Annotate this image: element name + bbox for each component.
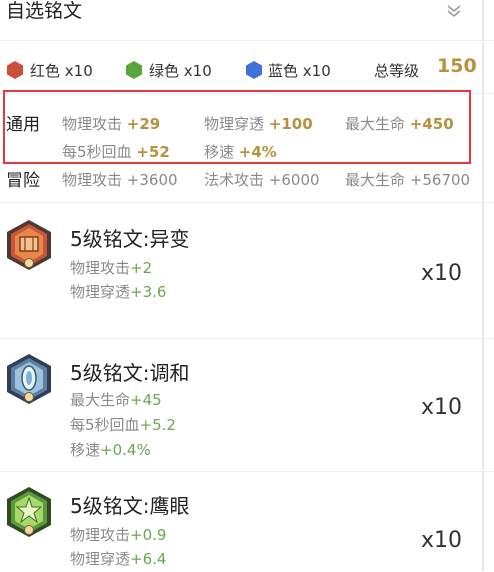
green-count: 绿色 x10 [149, 62, 212, 80]
rune-count: x10 [421, 261, 463, 286]
general-stat: 移速 +4% [204, 143, 277, 161]
rune-attr: 移速+0.4% [70, 441, 151, 459]
rune-attr: 物理攻击+2 [70, 259, 153, 277]
adventure-stat: 最大生命 +56700 [345, 171, 471, 189]
header: 自选铭文 [0, 0, 494, 41]
double-chevron-down-icon[interactable] [442, 2, 466, 26]
rune-count: x10 [421, 528, 463, 553]
green-gem-icon [126, 61, 142, 79]
rune-row-yibian[interactable]: 5级铭文:异变 物理攻击+2 物理穿透+3.6 x10 [0, 202, 494, 339]
general-stat: 物理穿透 +100 [204, 115, 313, 133]
rune-name: 5级铭文:鹰眼 [70, 494, 190, 518]
rune-attr: 物理攻击+0.9 [70, 526, 167, 544]
rune-attr: 最大生命+45 [70, 391, 162, 409]
rune-attr: 物理穿透+6.4 [70, 550, 167, 568]
rune-name: 5级铭文:异变 [70, 227, 190, 251]
general-stat: 最大生命 +450 [345, 115, 454, 133]
general-stat: 每5秒回血 +52 [62, 143, 170, 161]
adventure-stat: 物理攻击 +3600 [62, 171, 178, 189]
general-stat: 物理攻击 +29 [62, 115, 161, 133]
rune-count: x10 [421, 395, 463, 420]
adventure-title: 冒险 [6, 171, 40, 191]
adventure-stat: 法术攻击 +6000 [204, 171, 320, 189]
blue-rune-icon [7, 354, 51, 404]
total-level-label: 总等级 [374, 62, 420, 80]
green-rune-icon [7, 487, 51, 537]
red-gem-icon [7, 61, 23, 79]
rune-name: 5级铭文:调和 [70, 361, 190, 385]
page-title: 自选铭文 [6, 0, 83, 22]
total-level-value: 150 [437, 55, 477, 77]
rune-row-tiaohe[interactable]: 5级铭文:调和 最大生命+45 每5秒回血+5.2 移速+0.4% x10 [0, 338, 494, 472]
rune-attr: 每5秒回血+5.2 [70, 416, 176, 434]
rune-row-yingyan[interactable]: 5级铭文:鹰眼 物理攻击+0.9 物理穿透+6.4 x10 [0, 471, 494, 572]
blue-gem-icon [246, 61, 262, 79]
color-summary: 红色 x10 绿色 x10 蓝色 x10 总等级 150 [0, 41, 494, 94]
rune-attr: 物理穿透+3.6 [70, 283, 167, 301]
general-title: 通用 [6, 115, 40, 135]
red-rune-icon [7, 220, 51, 270]
blue-count: 蓝色 x10 [268, 62, 331, 80]
red-count: 红色 x10 [30, 62, 93, 80]
